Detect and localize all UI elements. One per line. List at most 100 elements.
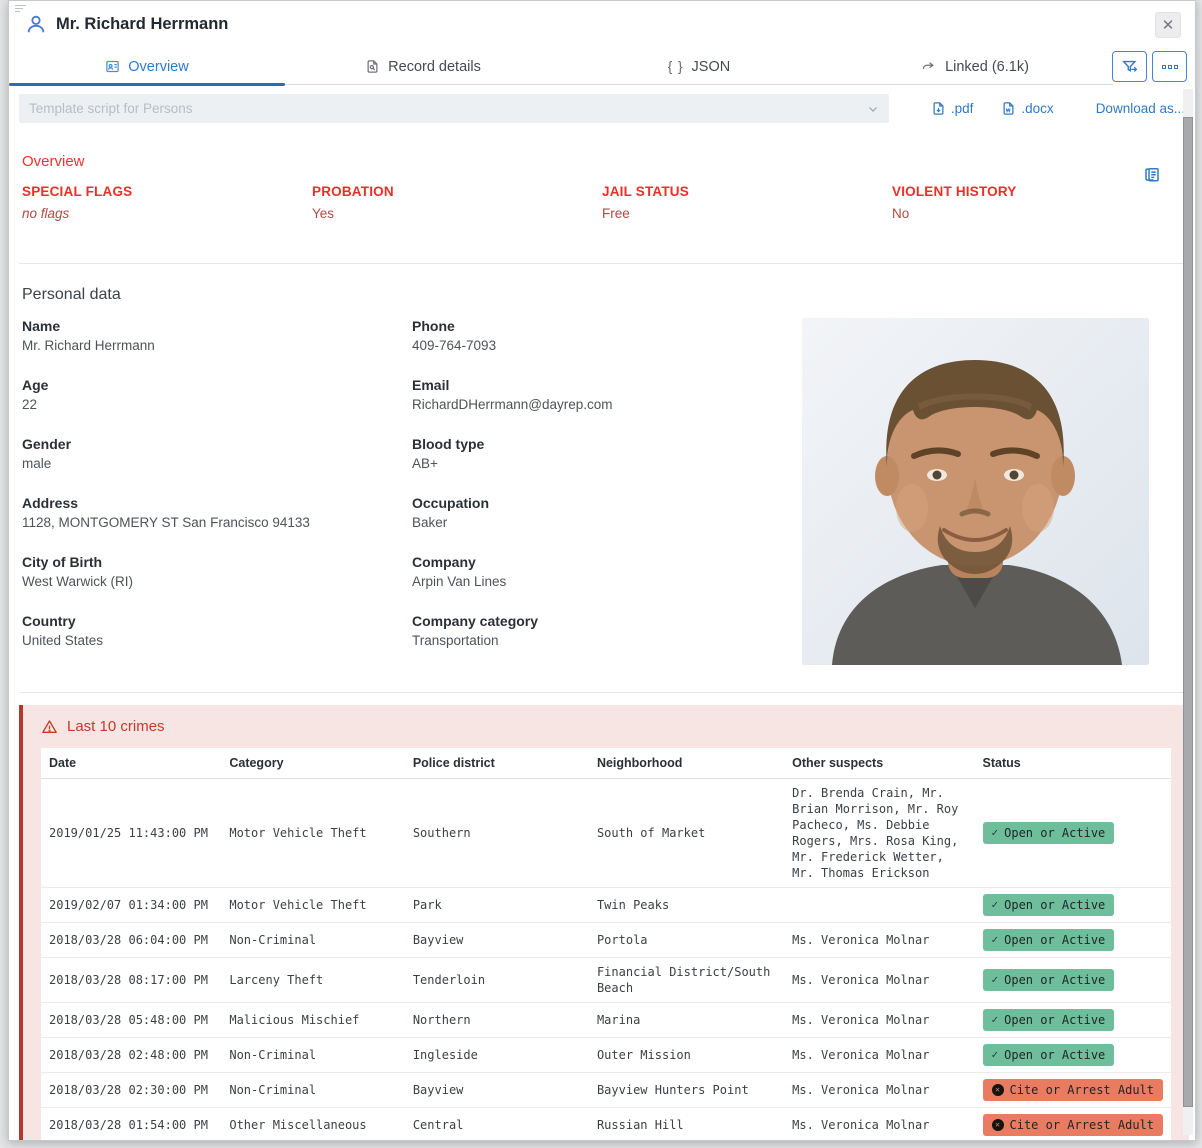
field-label: Blood type: [412, 436, 802, 452]
cell-date: 2018/03/28 06:04:00 PM: [41, 923, 221, 958]
person-photo: [802, 318, 1149, 665]
x-circle-icon: ✕: [992, 1119, 1004, 1131]
flag-label: SPECIAL FLAGS: [22, 184, 312, 199]
check-icon: ✓: [992, 972, 999, 988]
field-value: Transportation: [412, 633, 802, 648]
table-row: 2018/03/28 01:54:00 PMOther Miscellaneou…: [41, 1108, 1171, 1142]
field-label: Email: [412, 377, 802, 393]
column-other-suspects: Other suspects: [784, 748, 974, 779]
more-options-button[interactable]: [1152, 51, 1187, 82]
cell-status: ✕ Cite or Arrest Adult: [975, 1108, 1172, 1142]
field-label: Company: [412, 554, 802, 570]
cell-status: ✓Open or Active: [975, 779, 1172, 888]
status-label: Cite or Arrest Adult: [1010, 1117, 1155, 1133]
field-label: Company category: [412, 613, 802, 629]
field-phone: Phone 409-764-7093: [412, 318, 802, 377]
check-icon: ✓: [992, 825, 999, 841]
status-badge: ✕ Cite or Arrest Adult: [983, 1114, 1164, 1136]
status-badge: ✓Open or Active: [983, 822, 1115, 844]
cell-neighborhood: Financial District/South Beach: [589, 958, 784, 1003]
table-row: 2019/02/07 01:34:00 PMMotor Vehicle Thef…: [41, 888, 1171, 923]
cell-other-suspects: Ms. Veronica Molnar: [784, 1003, 974, 1038]
field-value: 409-764-7093: [412, 338, 802, 353]
doc-search-icon: [365, 59, 380, 74]
status-label: Open or Active: [1004, 972, 1105, 988]
cell-police-district: Ingleside: [405, 1038, 589, 1073]
field-label: Phone: [412, 318, 802, 334]
braces-icon: { }: [668, 59, 684, 74]
filter-export-icon: [1121, 58, 1139, 75]
tab-bar: Overview Record details { } JSON: [9, 49, 1195, 85]
field-city-of-birth: City of BirthWest Warwick (RI): [22, 554, 412, 613]
template-script-select[interactable]: Template script for Persons: [19, 94, 889, 123]
tab-record-details[interactable]: Record details: [285, 49, 561, 84]
cell-status: ✓Open or Active: [975, 923, 1172, 958]
cell-police-district: Central: [405, 1108, 589, 1142]
pdf-file-icon: [931, 101, 946, 116]
tab-linked[interactable]: Linked (6.1k): [837, 49, 1113, 84]
flag-probation: PROBATIONYes: [312, 184, 602, 221]
cell-other-suspects: Dr. Brenda Crain, Mr. Brian Morrison, Mr…: [784, 779, 974, 888]
close-icon[interactable]: ✕: [1155, 12, 1181, 38]
download-docx-link[interactable]: .docx: [1001, 101, 1053, 116]
cell-category: Other Miscellaneous: [221, 1108, 404, 1142]
flag-value: Yes: [312, 206, 602, 221]
cell-neighborhood: Outer Mission: [589, 1038, 784, 1073]
flags-grid: SPECIAL FLAGSno flagsPROBATIONYesJAIL ST…: [22, 184, 1182, 221]
tab-json[interactable]: { } JSON: [561, 49, 837, 84]
last-crimes-panel: Last 10 crimes DateCategoryPolice distri…: [19, 705, 1189, 1141]
cell-date: 2018/03/28 05:48:00 PM: [41, 1003, 221, 1038]
cell-date: 2018/03/28 01:54:00 PM: [41, 1108, 221, 1142]
cell-status: ✓Open or Active: [975, 1003, 1172, 1038]
cell-neighborhood: Portola: [589, 923, 784, 958]
last-crimes-title: Last 10 crimes: [67, 718, 165, 735]
status-badge: ✓ Open or Active: [983, 969, 1115, 991]
flag-violent-history: VIOLENT HISTORYNo: [892, 184, 1182, 221]
column-status: Status: [975, 748, 1172, 779]
field-occupation: OccupationBaker: [412, 495, 802, 554]
scrollbar-thumb[interactable]: [1183, 117, 1193, 1107]
cell-status: ✕Cite or Arrest Adult: [975, 1073, 1172, 1108]
check-icon: ✓: [992, 1047, 999, 1063]
check-icon: ✓: [992, 1012, 999, 1028]
cell-category: Larceny Theft: [221, 958, 404, 1003]
download-pdf-link[interactable]: .pdf: [931, 101, 974, 116]
cell-other-suspects: Ms. Veronica Molnar: [784, 958, 974, 1003]
cell-date: 2019/02/07 01:34:00 PM: [41, 888, 221, 923]
filter-export-button[interactable]: [1112, 51, 1147, 82]
cell-category: Motor Vehicle Theft: [221, 888, 404, 923]
flag-value: Free: [602, 206, 892, 221]
field-label: Occupation: [412, 495, 802, 511]
status-badge: ✓Open or Active: [983, 1044, 1115, 1066]
personal-data-title: Personal data: [22, 286, 1182, 304]
divider: [19, 263, 1185, 264]
link-arrow-icon: [921, 59, 937, 74]
drag-handle-icon[interactable]: [15, 5, 27, 15]
cell-category: Motor Vehicle Theft: [221, 779, 404, 888]
docx-file-icon: [1001, 101, 1016, 116]
personal-fields: NameMr. Richard HerrmannAge22GendermaleA…: [22, 318, 802, 672]
cell-category: Non-Criminal: [221, 1073, 404, 1108]
download-as-link[interactable]: Download as...: [1096, 101, 1185, 116]
cell-other-suspects: Ms. Veronica Molnar: [784, 1073, 974, 1108]
field-label: City of Birth: [22, 554, 412, 570]
tab-overview[interactable]: Overview: [9, 49, 285, 84]
cell-date: 2018/03/28 02:30:00 PM: [41, 1073, 221, 1108]
template-bar: Template script for Persons .pdf: [19, 94, 1185, 123]
status-label: Open or Active: [1004, 932, 1105, 948]
cell-police-district: Northern: [405, 1003, 589, 1038]
cell-status: ✓Open or Active: [975, 1038, 1172, 1073]
field-value: male: [22, 456, 412, 471]
flag-jail-status: JAIL STATUSFree: [602, 184, 892, 221]
field-label: Age: [22, 377, 412, 393]
copy-icon[interactable]: [1143, 165, 1161, 183]
cell-police-district: Tenderloin: [405, 958, 589, 1003]
cell-police-district: Park: [405, 888, 589, 923]
warning-icon: [41, 719, 58, 735]
x-circle-icon: ✕: [992, 1084, 1004, 1096]
flag-special-flags: SPECIAL FLAGSno flags: [22, 184, 312, 221]
person-icon: [25, 13, 47, 35]
field-value: 1128, MONTGOMERY ST San Francisco 94133: [22, 515, 412, 530]
cell-other-suspects: Ms. Veronica Molnar: [784, 923, 974, 958]
field-gender: Gendermale: [22, 436, 412, 495]
